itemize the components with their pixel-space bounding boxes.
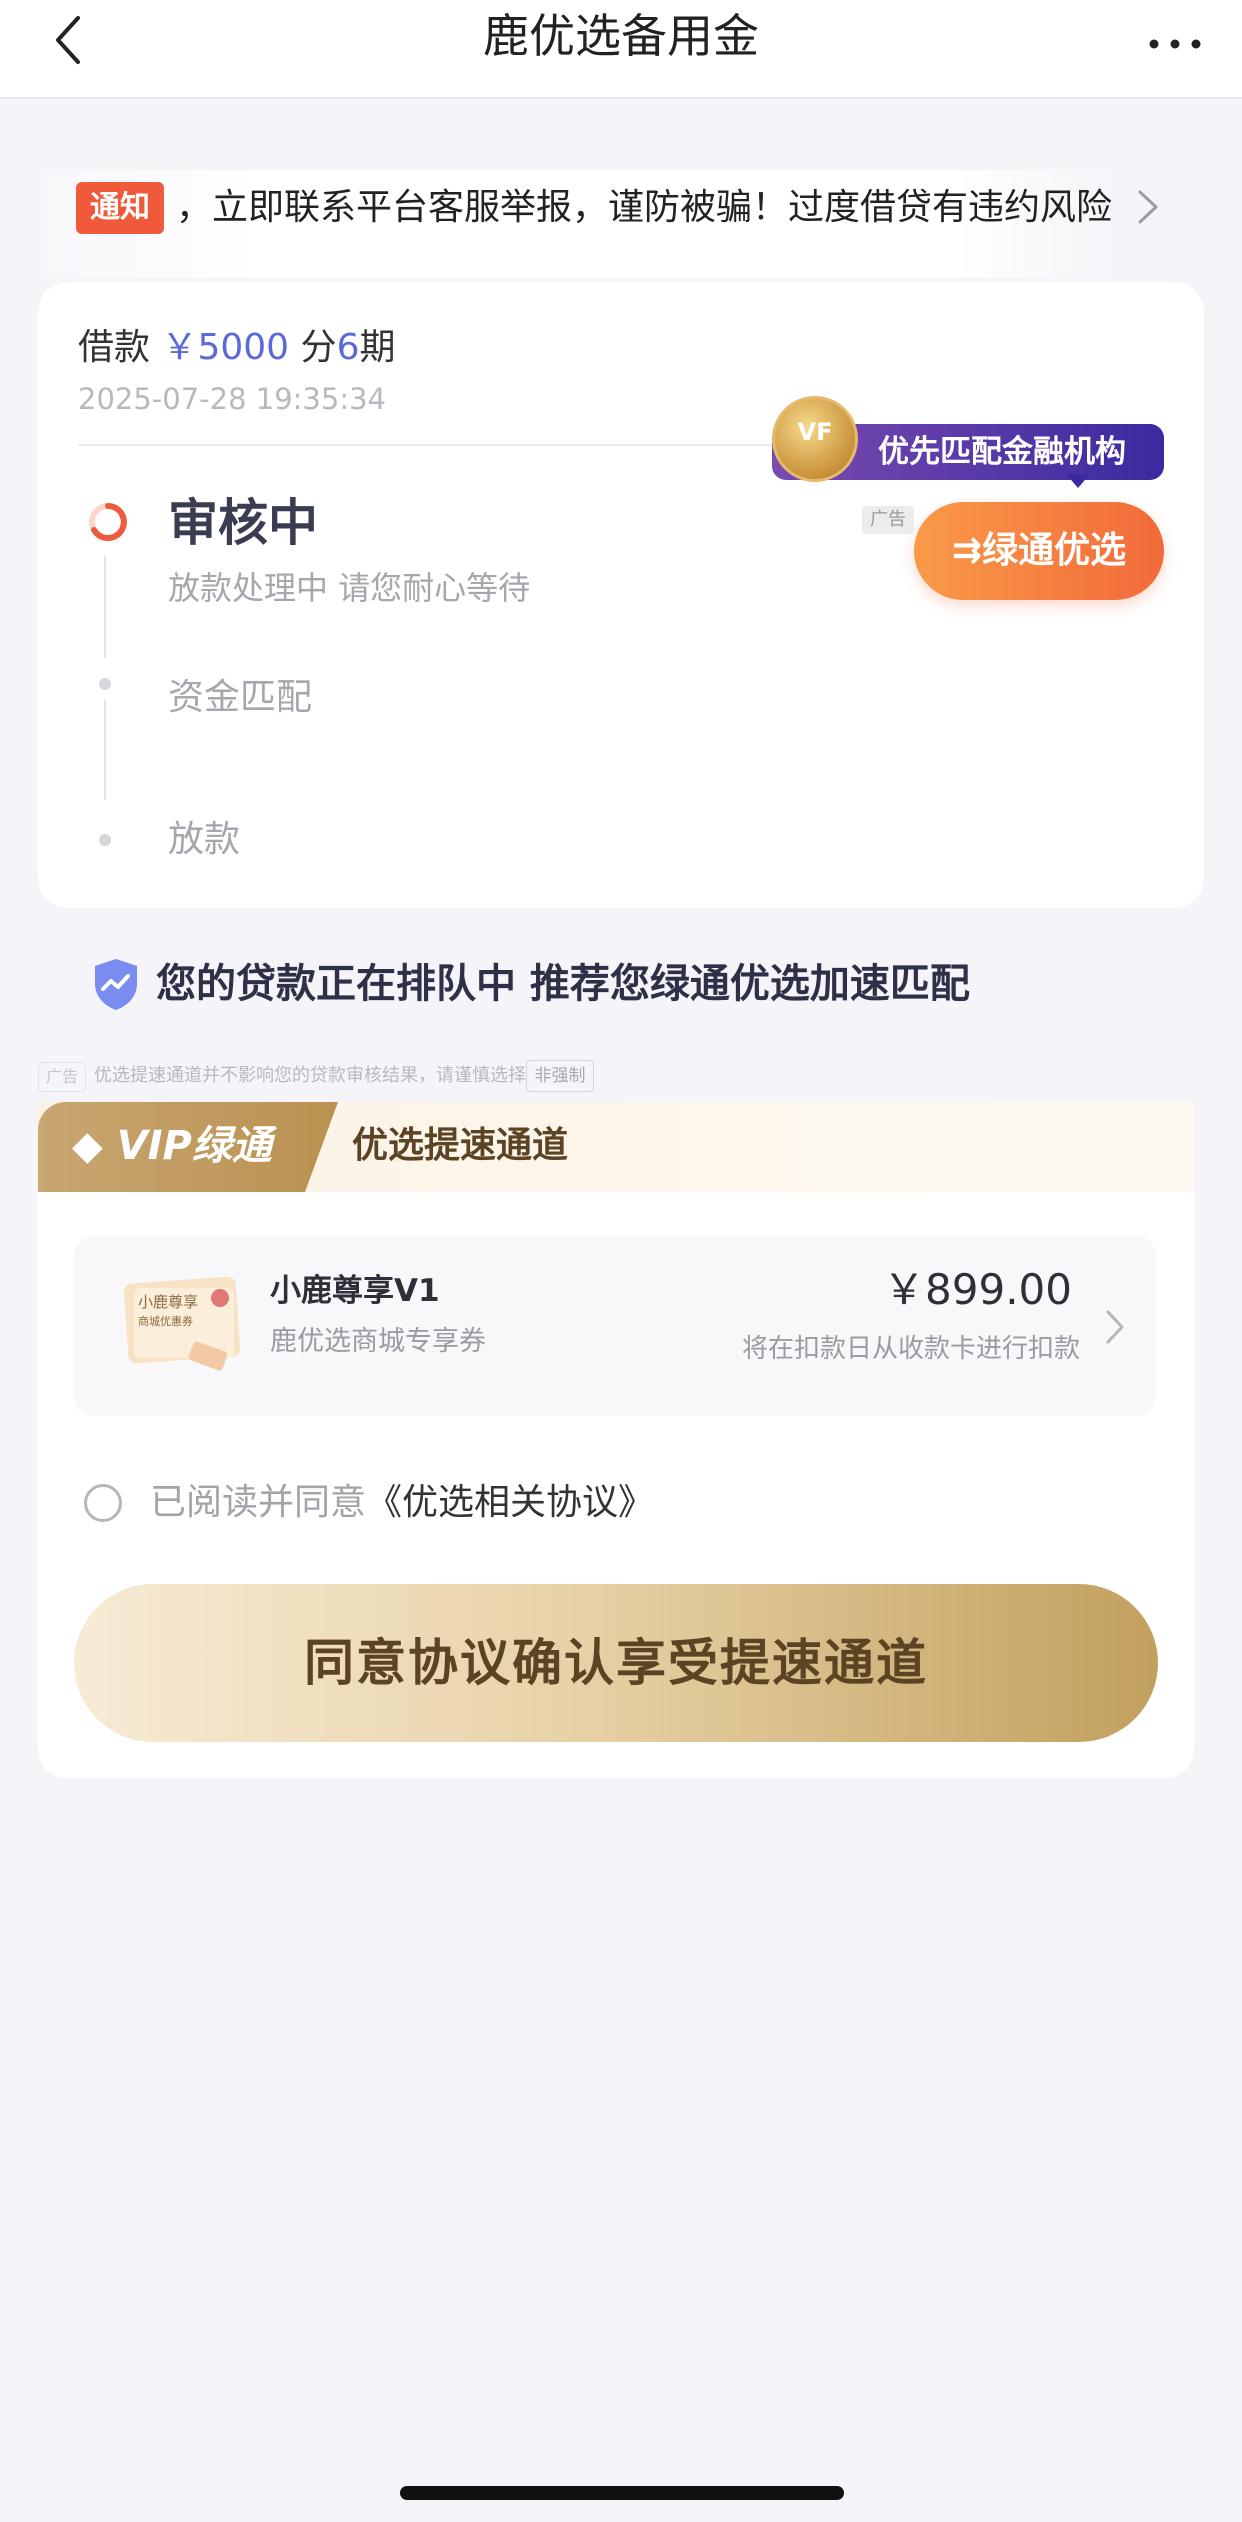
agreement-link[interactable]: 《优选相关协议》 bbox=[366, 1482, 654, 1523]
notice-badge: 通知 bbox=[76, 182, 164, 234]
timeline-dot bbox=[99, 834, 111, 846]
step-subtitle-review: 放款处理中 请您耐心等待 bbox=[168, 569, 531, 607]
loan-amount: ￥5000 bbox=[161, 327, 290, 368]
coupon-line-2: 商城优惠券 bbox=[138, 1315, 193, 1328]
installment-suffix: 期 bbox=[359, 327, 396, 368]
loan-summary: 借款 ￥5000 分6期 bbox=[78, 322, 395, 374]
agreement-text: 已阅读并同意《优选相关协议》 bbox=[150, 1476, 654, 1530]
loan-prefix: 借款 bbox=[78, 327, 151, 368]
loading-ring-icon bbox=[89, 503, 127, 541]
chevron-right-icon[interactable] bbox=[1100, 1302, 1130, 1352]
chevron-right-icon[interactable] bbox=[1128, 182, 1168, 232]
installment-prefix: 分 bbox=[300, 327, 337, 368]
shield-icon bbox=[95, 959, 137, 1010]
medal-text: VF bbox=[797, 418, 833, 446]
installment-count: 6 bbox=[336, 327, 360, 368]
agreement-checkbox[interactable] bbox=[84, 1484, 122, 1522]
ad-label: 广告 bbox=[38, 1062, 86, 1092]
tag-pointer bbox=[1066, 474, 1090, 488]
vip-channel-title: 优选提速通道 bbox=[352, 1125, 569, 1166]
timeline-line bbox=[104, 700, 106, 800]
confirm-button-label[interactable]: 同意协议确认享受提速通道 bbox=[74, 1584, 1158, 1742]
diamond-icon: ◆ bbox=[72, 1123, 103, 1169]
ad-label: 广告 bbox=[862, 506, 914, 534]
product-name: 小鹿尊享V1 bbox=[270, 1273, 440, 1309]
vip-green-label: ◆ VIP绿通 bbox=[72, 1118, 272, 1174]
not-forced-tag: 非强制 bbox=[526, 1060, 594, 1092]
product-note: 将在扣款日从收款卡进行扣款 bbox=[741, 1334, 1080, 1364]
agreement-prefix: 已阅读并同意 bbox=[150, 1482, 367, 1523]
green-channel-button-label[interactable]: ⇉绿通优选 bbox=[914, 502, 1164, 600]
step-title-review: 审核中 bbox=[168, 494, 318, 552]
vip-left-text: VIP绿通 bbox=[116, 1123, 272, 1169]
timeline-line bbox=[104, 556, 106, 658]
step-title-matching: 资金匹配 bbox=[168, 677, 313, 718]
notice-text: 立即联系平台客服举报，谨防被骗！过度借贷有违约风险， bbox=[176, 187, 1113, 228]
loan-datetime: 2025-07-28 19:35:34 bbox=[78, 382, 386, 416]
product-subtitle: 鹿优选商城专享券 bbox=[270, 1326, 486, 1357]
product-price: ￥899.00 bbox=[883, 1265, 1072, 1314]
more-dots-icon[interactable] bbox=[1140, 10, 1210, 70]
step-title-disburse: 放款 bbox=[168, 819, 241, 860]
queue-message: 您的贷款正在排队中 推荐您绿通优选加速匹配 bbox=[156, 961, 970, 1007]
disclaimer-text: 优选提速通道并不影响您的贷款审核结果，请谨慎选择 bbox=[94, 1065, 526, 1086]
home-indicator[interactable] bbox=[400, 2486, 844, 2500]
coupon-line-1: 小鹿尊享 bbox=[138, 1293, 199, 1311]
priority-match-text: 优先匹配金融机构 bbox=[878, 434, 1126, 470]
page-title: 鹿优选备用金 bbox=[483, 9, 759, 63]
timeline-dot bbox=[99, 678, 111, 690]
